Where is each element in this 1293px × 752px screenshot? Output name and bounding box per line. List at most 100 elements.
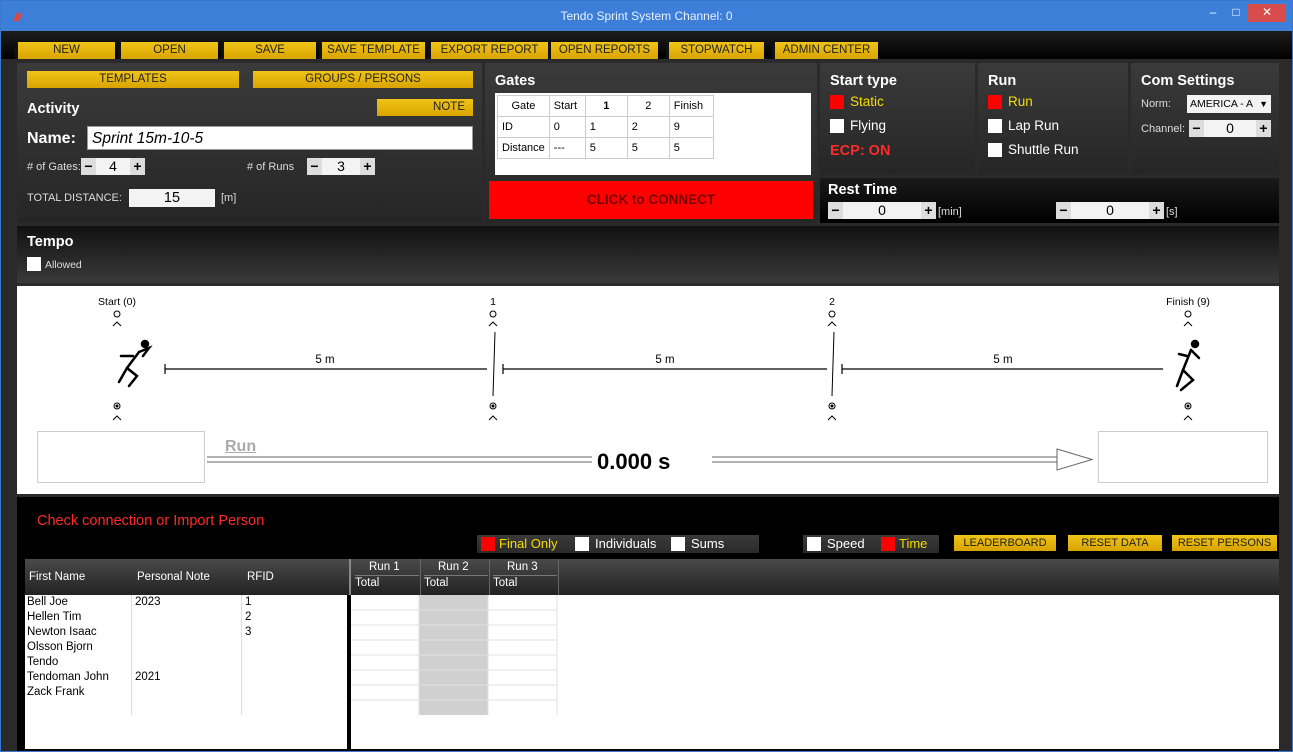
rest-seconds-stepper[interactable]: − 0 +: [1056, 202, 1164, 219]
track-diagram: Start (0) 1 2 Finish (9) 5 m 5 m 5 m Run…: [17, 286, 1279, 494]
lap-run-radio[interactable]: [988, 119, 1002, 133]
table-row[interactable]: Tendo: [25, 655, 347, 670]
channel-stepper[interactable]: − 0 +: [1189, 120, 1271, 137]
rest-minutes-minus-button[interactable]: −: [828, 202, 843, 219]
export-report-button[interactable]: EXPORT REPORT: [428, 42, 548, 59]
distance-label-3: 5 m: [993, 354, 1013, 366]
table-row[interactable]: Hellen Tim 2: [25, 610, 347, 625]
gates-value[interactable]: 4: [96, 158, 130, 175]
open-reports-button[interactable]: OPEN REPORTS: [548, 42, 658, 59]
rest-seconds-minus-button[interactable]: −: [1056, 202, 1071, 219]
channel-value[interactable]: 0: [1204, 120, 1256, 137]
open-button[interactable]: OPEN: [118, 42, 218, 59]
person-name: Olsson Bjorn: [27, 641, 93, 653]
flying-radio[interactable]: [830, 119, 844, 133]
sums-radio[interactable]: [671, 537, 685, 551]
run-1-header[interactable]: Run 1 Total: [353, 559, 421, 595]
table-row[interactable]: Olsson Bjorn: [25, 640, 347, 655]
menu-bar: NEW OPEN SAVE SAVE TEMPLATE EXPORT REPOR…: [1, 31, 1292, 59]
gate-1-sensor-icon: [488, 310, 498, 421]
runs-stepper[interactable]: − 3 +: [307, 158, 375, 175]
gates-cell[interactable]: ---: [548, 137, 586, 159]
channel-minus-button[interactable]: −: [1189, 120, 1204, 137]
table-row[interactable]: Newton Isaac 3: [25, 625, 347, 640]
rest-minutes-stepper[interactable]: − 0 +: [828, 202, 936, 219]
lap-run-option-label[interactable]: Lap Run: [1008, 118, 1059, 133]
start-photo-box: [37, 431, 205, 483]
leaderboard-button[interactable]: LEADERBOARD: [954, 535, 1056, 551]
runs-plus-button[interactable]: +: [360, 158, 375, 175]
person-rfid: 1: [245, 596, 252, 608]
gates-plus-button[interactable]: +: [130, 158, 145, 175]
window-title: Tendo Sprint System Channel: 0: [560, 9, 733, 23]
flying-option-label[interactable]: Flying: [850, 118, 886, 133]
gates-cell[interactable]: 0: [548, 116, 586, 138]
gates-stepper[interactable]: − 4 +: [81, 158, 145, 175]
static-radio[interactable]: [830, 95, 844, 109]
shuttle-run-radio[interactable]: [988, 143, 1002, 157]
col-first-name[interactable]: First Name: [29, 571, 85, 583]
gates-header-gate: Gate: [497, 95, 550, 117]
sums-label[interactable]: Sums: [691, 536, 724, 551]
gates-cell[interactable]: 9: [668, 116, 714, 138]
table-row[interactable]: Bell Joe 2023 1: [25, 595, 347, 610]
total-distance-label: TOTAL DISTANCE:: [27, 192, 122, 204]
run-radio[interactable]: [988, 95, 1002, 109]
gates-cell[interactable]: 2: [626, 116, 670, 138]
gates-cell[interactable]: 5: [668, 137, 714, 159]
com-settings-panel: Com Settings Norm: AMERICA - A ▼ Channel…: [1131, 63, 1279, 175]
templates-button[interactable]: TEMPLATES: [27, 71, 239, 88]
note-button[interactable]: NOTE: [377, 99, 473, 116]
gates-cell[interactable]: 5: [584, 137, 628, 159]
norm-select[interactable]: AMERICA - A ▼: [1187, 95, 1271, 113]
person-rfid: 3: [245, 626, 252, 638]
runner-start-icon: [117, 339, 153, 388]
gates-cell[interactable]: 5: [626, 137, 670, 159]
run-2-header[interactable]: Run 2 Total: [422, 559, 490, 595]
rest-seconds-value[interactable]: 0: [1071, 202, 1149, 219]
time-label[interactable]: Time: [899, 536, 927, 551]
save-template-button[interactable]: SAVE TEMPLATE: [319, 42, 425, 59]
individuals-label[interactable]: Individuals: [595, 536, 656, 551]
col-rfid[interactable]: RFID: [247, 571, 274, 583]
minimize-icon[interactable]: –: [1202, 4, 1224, 22]
col-personal-note[interactable]: Personal Note: [137, 571, 210, 583]
gates-minus-button[interactable]: −: [81, 158, 96, 175]
rest-seconds-plus-button[interactable]: +: [1149, 202, 1164, 219]
shuttle-run-option-label[interactable]: Shuttle Run: [1008, 142, 1079, 157]
runs-minus-button[interactable]: −: [307, 158, 322, 175]
run-option-label[interactable]: Run: [1008, 94, 1033, 109]
save-button[interactable]: SAVE: [221, 42, 316, 59]
activity-name-value: Sprint 15m-10-5: [92, 130, 204, 147]
reset-data-button[interactable]: RESET DATA: [1068, 535, 1162, 551]
click-to-connect-button[interactable]: CLICK to CONNECT: [489, 181, 813, 219]
final-only-label[interactable]: Final Only: [499, 536, 558, 551]
channel-plus-button[interactable]: +: [1256, 120, 1271, 137]
static-option-label[interactable]: Static: [850, 94, 884, 109]
close-icon[interactable]: ✕: [1248, 4, 1286, 22]
tendo-sprint-window: Tendo Sprint System Channel: 0 – □ ✕ NEW…: [0, 0, 1293, 752]
rest-minutes-value[interactable]: 0: [843, 202, 921, 219]
runs-value[interactable]: 3: [322, 158, 360, 175]
table-row[interactable]: Zack Frank: [25, 685, 347, 700]
gates-cell[interactable]: 1: [584, 116, 628, 138]
time-radio[interactable]: [881, 537, 895, 551]
groups-persons-button[interactable]: GROUPS / PERSONS: [253, 71, 473, 88]
gate-2-sensor-icon: [827, 310, 837, 421]
individuals-radio[interactable]: [575, 537, 589, 551]
rest-minutes-plus-button[interactable]: +: [921, 202, 936, 219]
activity-name-input[interactable]: Sprint 15m-10-5: [87, 126, 473, 150]
stopwatch-button[interactable]: STOPWATCH: [666, 42, 764, 59]
table-row[interactable]: Tendoman John 2021: [25, 670, 347, 685]
admin-center-button[interactable]: ADMIN CENTER: [772, 42, 878, 59]
run-3-header[interactable]: Run 3 Total: [491, 559, 559, 595]
run-time-display: 0.000 s: [597, 449, 671, 474]
tempo-allowed-checkbox[interactable]: [27, 257, 41, 271]
speed-label[interactable]: Speed: [827, 536, 865, 551]
persons-list: Bell Joe 2023 1 Hellen Tim 2 Newton Isaa…: [25, 595, 347, 749]
maximize-icon[interactable]: □: [1225, 4, 1247, 22]
reset-persons-button[interactable]: RESET PERSONS: [1172, 535, 1277, 551]
speed-radio[interactable]: [807, 537, 821, 551]
final-only-radio[interactable]: [481, 537, 495, 551]
new-button[interactable]: NEW: [15, 42, 115, 59]
